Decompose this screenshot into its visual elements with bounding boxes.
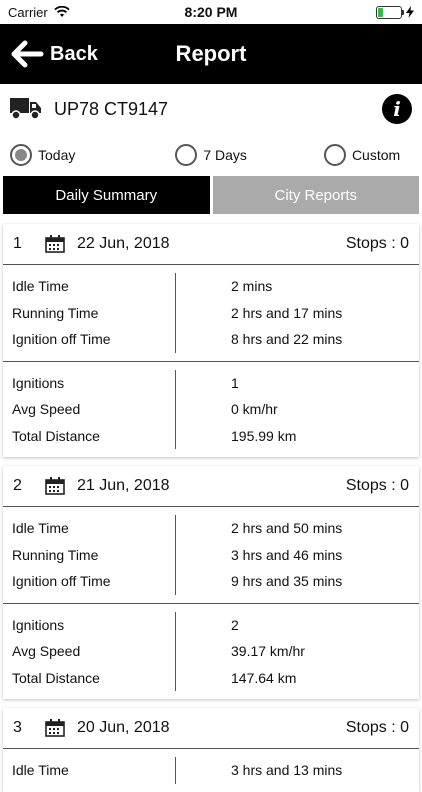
value-ignition-off-time: 9 hrs and 35 mins	[231, 573, 343, 590]
page-title: Report	[175, 41, 247, 66]
radio-today[interactable]: Today	[10, 144, 75, 166]
value-avg-speed: 0 km/hr	[231, 401, 278, 418]
charging-bolt-icon	[406, 6, 414, 18]
time-section: Idle Time Running Time Ignition off Time…	[3, 507, 419, 603]
report-index: 3	[13, 719, 22, 736]
report-card-header: 3 20 Jun, 2018 Stops : 0	[3, 708, 419, 749]
label-running-time: Running Time	[12, 546, 99, 563]
back-label: Back	[50, 42, 98, 65]
report-date: 21 Jun, 2018	[77, 477, 170, 494]
time-section: Idle Time Running Time Ignition off Time…	[3, 265, 419, 361]
radio-unselected-icon	[175, 144, 198, 166]
trip-section: Ignitions Avg Speed Total Distance 2 39.…	[3, 602, 419, 700]
radio-label-custom: Custom	[351, 147, 401, 163]
value-running-time: 2 hrs and 17 mins	[231, 304, 343, 321]
wifi-icon	[54, 6, 70, 17]
report-tabs: Daily Summary City Reports	[0, 176, 422, 214]
label-avg-speed: Avg Speed	[12, 643, 81, 660]
calendar-icon	[45, 719, 65, 737]
label-ignitions: Ignitions	[12, 616, 65, 633]
back-arrow-icon	[11, 40, 44, 68]
trip-section: Ignitions Avg Speed Total Distance 1 0 k…	[3, 360, 419, 458]
radio-selected-icon	[10, 144, 32, 166]
report-list[interactable]: 1 22 Jun, 2018 Stops : 0 Idle Time Runni…	[0, 214, 422, 792]
label-ignitions: Ignitions	[12, 374, 65, 391]
label-ignition-off-time: Ignition off Time	[12, 331, 111, 348]
status-time: 8:20 PM	[184, 4, 238, 20]
radio-custom[interactable]: Custom	[323, 144, 401, 166]
label-running-time: Running Time	[12, 304, 99, 321]
value-total-distance: 147.64 km	[231, 669, 297, 686]
report-stops: Stops : 0	[345, 477, 409, 494]
back-button[interactable]: Back	[0, 40, 98, 68]
value-idle-time: 3 hrs and 13 mins	[231, 762, 343, 779]
status-left: Carrier	[8, 5, 70, 20]
status-bar: Carrier 8:20 PM	[0, 0, 422, 24]
value-idle-time: 2 hrs and 50 mins	[231, 520, 343, 537]
value-ignitions: 2	[231, 616, 239, 633]
value-ignition-off-time: 8 hrs and 22 mins	[231, 331, 343, 348]
value-idle-time: 2 mins	[231, 278, 273, 295]
report-index: 1	[13, 235, 22, 252]
status-right	[376, 5, 414, 19]
tab-daily-summary[interactable]: Daily Summary	[3, 176, 210, 214]
report-index: 2	[13, 477, 22, 494]
report-card-header: 1 22 Jun, 2018 Stops : 0	[3, 224, 419, 265]
nav-bar: Back Report	[0, 24, 422, 84]
report-stops: Stops : 0	[345, 719, 409, 736]
radio-7-days[interactable]: 7 Days	[175, 144, 247, 166]
label-idle-time: Idle Time	[12, 520, 69, 537]
truck-icon	[10, 98, 41, 120]
label-idle-time: Idle Time	[12, 278, 69, 295]
info-icon[interactable]: i	[382, 94, 412, 124]
vehicle-plate: UP78 CT9147	[54, 98, 169, 119]
report-card: 1 22 Jun, 2018 Stops : 0 Idle Time Runni…	[3, 224, 419, 457]
label-total-distance: Total Distance	[12, 669, 100, 686]
report-stops: Stops : 0	[345, 235, 409, 252]
report-date: 20 Jun, 2018	[77, 719, 170, 736]
report-card-header: 2 21 Jun, 2018 Stops : 0	[3, 466, 419, 507]
time-section: Idle Time 3 hrs and 13 mins	[3, 749, 419, 792]
value-avg-speed: 39.17 km/hr	[231, 643, 305, 660]
label-total-distance: Total Distance	[12, 427, 100, 444]
radio-label-7-days: 7 Days	[203, 147, 247, 163]
label-ignition-off-time: Ignition off Time	[12, 573, 111, 590]
value-ignitions: 1	[231, 374, 239, 391]
radio-label-today: Today	[38, 147, 76, 163]
tab-city-reports[interactable]: City Reports	[212, 176, 419, 214]
value-total-distance: 195.99 km	[231, 427, 297, 444]
label-avg-speed: Avg Speed	[12, 401, 81, 418]
period-selector: Today 7 Days Custom	[0, 134, 422, 176]
radio-unselected-icon	[323, 144, 346, 166]
vehicle-row: UP78 CT9147 i	[0, 84, 422, 134]
calendar-icon	[45, 235, 65, 253]
value-running-time: 3 hrs and 46 mins	[231, 546, 343, 563]
label-idle-time: Idle Time	[12, 762, 69, 779]
battery-icon	[376, 5, 404, 19]
report-card: 2 21 Jun, 2018 Stops : 0 Idle Time Runni…	[3, 466, 419, 699]
report-date: 22 Jun, 2018	[77, 235, 170, 252]
carrier-label: Carrier	[8, 4, 48, 20]
calendar-icon	[45, 477, 65, 495]
